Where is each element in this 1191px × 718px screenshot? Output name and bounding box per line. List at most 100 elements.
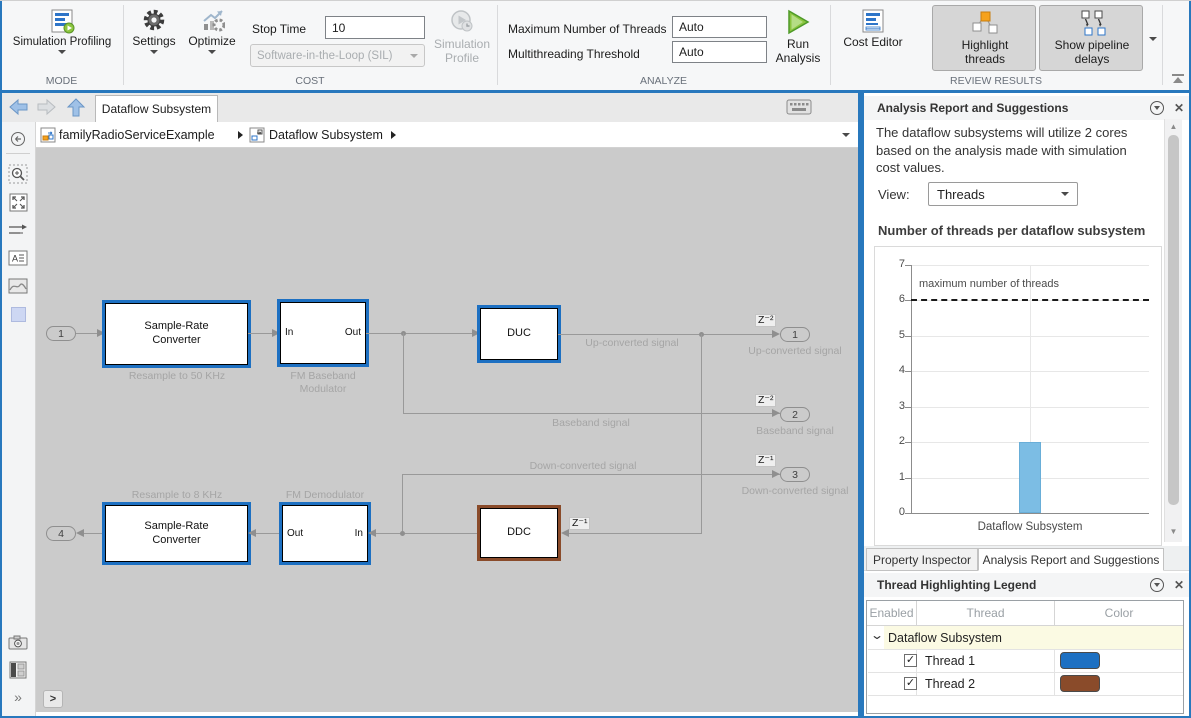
group-expand-chevron[interactable]: ⌄ [870, 628, 884, 642]
legend-row-thread-2[interactable]: ✓ Thread 2 [867, 672, 1183, 695]
legend-menu-button[interactable] [1150, 578, 1164, 592]
signal-line[interactable] [403, 333, 404, 413]
signal-line[interactable] [402, 474, 403, 533]
sil-dropdown[interactable]: Software-in-the-Loop (SIL) [250, 44, 425, 67]
palette-overflow-button[interactable]: » [8, 687, 28, 707]
simulation-profiling-button[interactable]: Simulation Profiling [13, 8, 111, 54]
max-threads-input[interactable] [672, 16, 767, 38]
y-tick-label: 0 [898, 506, 905, 518]
delay-badge: Z⁻¹ [755, 454, 777, 467]
thread-2-color-swatch[interactable] [1060, 675, 1100, 692]
highlight-threads-button[interactable]: Highlight threads [932, 5, 1036, 71]
thread-1-enabled-checkbox[interactable]: ✓ [904, 654, 917, 667]
block-duc[interactable]: DUC [477, 305, 561, 363]
collapse-ribbon-button[interactable] [1171, 74, 1185, 86]
y-tick-label: 1 [898, 470, 905, 483]
show-pipeline-delays-button[interactable]: Show pipeline delays [1039, 5, 1143, 71]
legend-group-row[interactable]: ⌄ Dataflow Subsystem [867, 626, 1183, 649]
diagram-canvas[interactable]: 1 Sample-Rate Converter Resample to 50 K… [36, 148, 858, 712]
keyboard-shortcuts-button[interactable] [786, 99, 812, 115]
view-dropdown-value: Threads [937, 186, 985, 202]
outport-1[interactable]: 1 [780, 327, 810, 342]
column-header-enabled[interactable]: Enabled [867, 601, 916, 626]
block-fm-demodulator[interactable]: Out In [279, 502, 371, 565]
stop-time-input[interactable] [325, 16, 425, 39]
block-sample-rate-converter-2[interactable]: Sample-Rate Converter [102, 502, 251, 565]
cost-editor-button[interactable]: Cost Editor [838, 8, 908, 50]
image-annotation-tool[interactable] [8, 276, 28, 296]
settings-button[interactable]: Settings [130, 8, 178, 54]
outport-4[interactable]: 4 [46, 526, 76, 541]
sil-dropdown-value: Software-in-the-Loop (SIL) [257, 49, 393, 62]
breadcrumb-chevron[interactable] [238, 131, 243, 139]
breadcrumb-item-model[interactable]: familyRadioServiceExample [59, 128, 215, 142]
tab-property-inspector[interactable]: Property Inspector [866, 548, 978, 571]
area-box-tool[interactable] [8, 304, 28, 324]
run-analysis-button[interactable]: Run Analysis [772, 8, 824, 66]
panel-close-button[interactable]: ✕ [1174, 101, 1184, 115]
tab-analysis-report[interactable]: Analysis Report and Suggestions [978, 548, 1164, 571]
tab-dataflow-subsystem[interactable]: Dataflow Subsystem [95, 95, 218, 122]
breadcrumb-item-subsystem[interactable]: Dataflow Subsystem [269, 128, 383, 142]
console-prompt-button[interactable]: > [43, 690, 63, 708]
scroll-up-button[interactable]: ▲ [1167, 122, 1180, 131]
review-results-more-button[interactable] [1146, 32, 1160, 46]
signal-line[interactable] [256, 533, 282, 534]
legend-row-thread-1[interactable]: ✓ Thread 1 [867, 649, 1183, 672]
signal-routing-tool[interactable] [8, 220, 28, 240]
signal-line[interactable] [402, 474, 780, 475]
optimize-button[interactable]: Optimize [184, 8, 240, 54]
column-header-color[interactable]: Color [1054, 601, 1183, 626]
back-arrow-icon [9, 98, 28, 116]
view-dropdown[interactable]: Threads [928, 182, 1078, 206]
scrollbar-thumb[interactable] [1168, 135, 1179, 505]
thread-2-enabled-checkbox[interactable]: ✓ [904, 677, 917, 690]
console-prompt-icon: > [49, 693, 57, 705]
annotation-icon: A [8, 250, 28, 266]
navigate-up-button[interactable] [66, 97, 86, 118]
scroll-down-button[interactable]: ▼ [1167, 527, 1180, 536]
hide-browser-button[interactable] [8, 129, 28, 149]
signal-line[interactable] [701, 334, 702, 533]
palette-divider [6, 153, 30, 154]
column-header-thread[interactable]: Thread [916, 601, 1054, 626]
signal-line-label: Baseband signal [552, 417, 630, 429]
zoom-region-tool[interactable] [8, 164, 28, 184]
max-threads-label: Maximum Number of Threads [508, 22, 667, 36]
inport-1[interactable]: 1 [46, 326, 76, 341]
block-sample-rate-converter-1[interactable]: Sample-Rate Converter [102, 300, 251, 368]
report-scrollbar[interactable]: ▲ ▼ [1164, 119, 1182, 542]
signal-line[interactable] [558, 334, 776, 335]
screenshot-tool[interactable] [8, 632, 28, 652]
review-results-more-caret [1149, 37, 1157, 41]
signal-line[interactable] [84, 533, 105, 534]
block-caption: Resample to 8 KHz [131, 489, 223, 501]
thread-1-color-swatch[interactable] [1060, 652, 1100, 669]
signal-line[interactable] [569, 533, 702, 534]
annotation-tool[interactable]: A [8, 248, 28, 268]
threshold-input[interactable] [672, 41, 767, 63]
navigate-back-button[interactable] [8, 98, 29, 116]
line-arrowhead [248, 529, 256, 537]
signal-line[interactable] [366, 333, 480, 334]
simulation-profile-button[interactable]: Simulation Profile [432, 8, 492, 66]
y-tick-label: 4 [898, 364, 905, 377]
panel-menu-button[interactable] [1150, 101, 1164, 115]
breadcrumb-dropdown-caret[interactable] [842, 133, 850, 137]
block-fm-baseband-modulator[interactable]: In Out [277, 299, 369, 367]
legend-close-button[interactable]: ✕ [1174, 578, 1184, 592]
outport-3[interactable]: 3 [780, 467, 810, 482]
fit-to-view-tool[interactable] [8, 192, 28, 212]
port-in-label: In [285, 327, 294, 338]
y-tick-label: 2 [898, 435, 905, 448]
block-label: DUC [507, 327, 531, 340]
signal-line[interactable] [376, 533, 480, 534]
gear-icon [142, 8, 166, 32]
signal-line[interactable] [403, 413, 780, 414]
viewmarks-tool[interactable] [8, 660, 28, 680]
navigate-forward-button[interactable] [36, 98, 57, 116]
breadcrumb-chevron[interactable] [391, 131, 396, 139]
line-arrowhead [772, 470, 780, 478]
block-ddc[interactable]: DDC [477, 505, 561, 561]
outport-2[interactable]: 2 [780, 407, 810, 422]
